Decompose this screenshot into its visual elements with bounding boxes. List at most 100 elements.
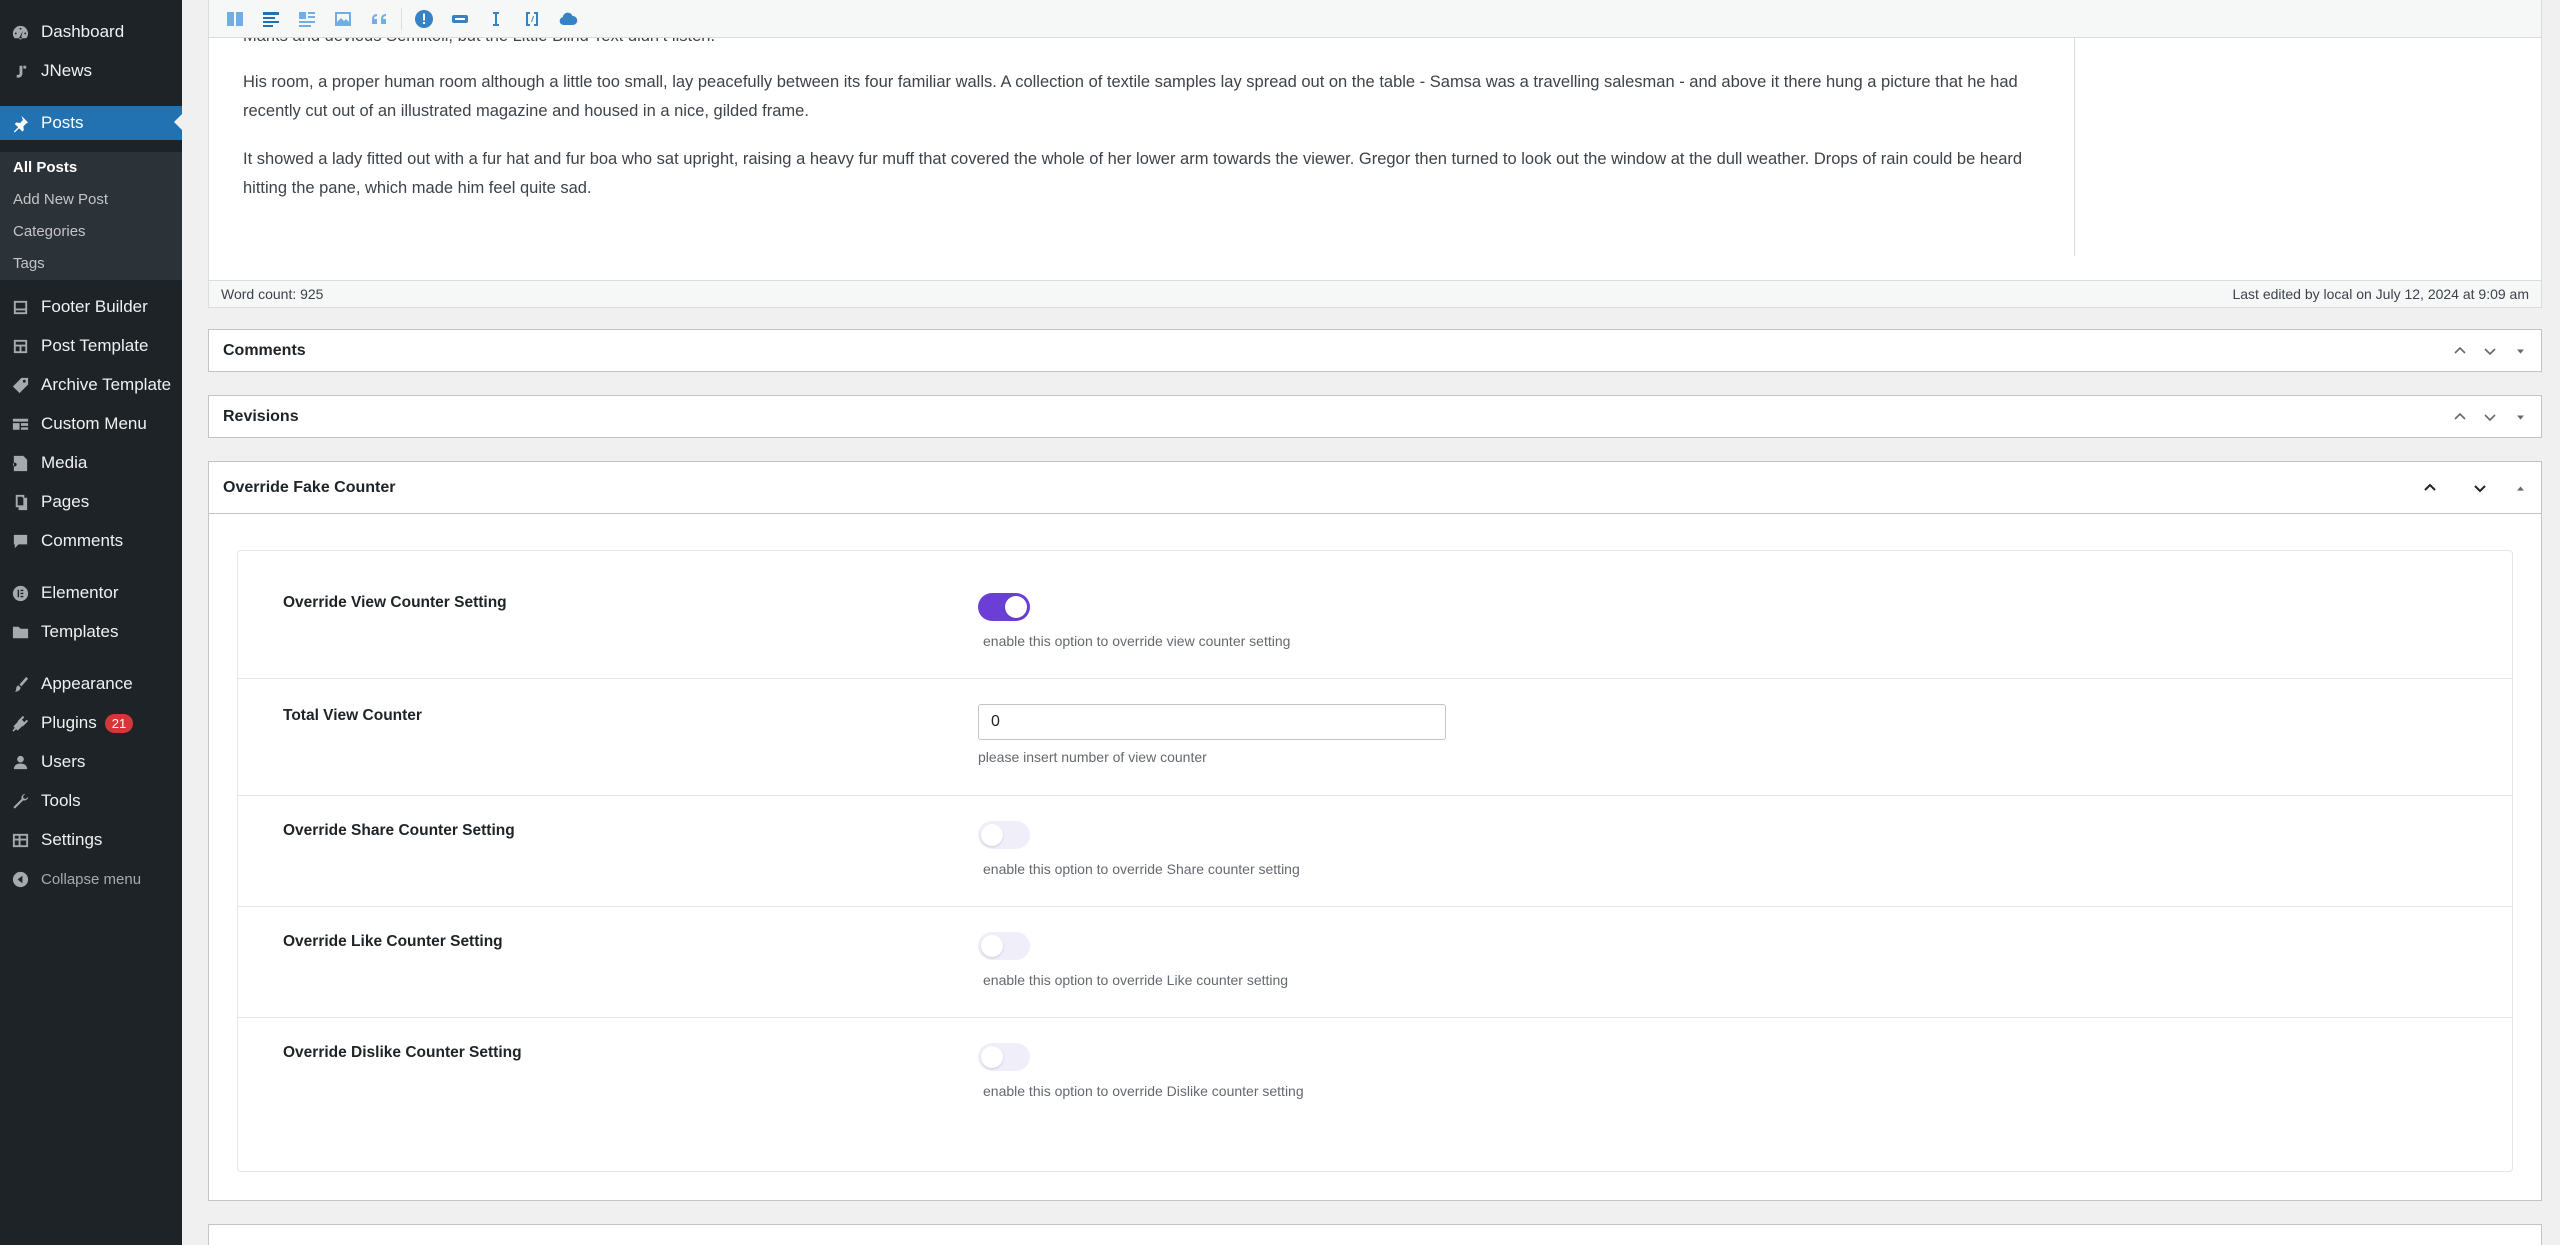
settings-row: Override Share Counter Setting enable th…	[238, 796, 2512, 907]
setting-label: Override Dislike Counter Setting	[283, 1044, 522, 1061]
menu-plugins[interactable]: Plugins 21	[0, 707, 182, 739]
override-dislike-counter-toggle[interactable]	[978, 1043, 1030, 1071]
columns-icon[interactable]	[221, 5, 249, 33]
toggle-knob	[981, 935, 1003, 957]
plugins-update-badge: 21	[104, 713, 134, 733]
menu-footer-builder[interactable]: Footer Builder	[0, 291, 182, 323]
submenu-categories[interactable]: Categories	[13, 223, 86, 240]
override-view-counter-toggle[interactable]	[978, 593, 1030, 621]
metabox-title: Revisions	[223, 408, 299, 425]
menu-post-template[interactable]: Post Template	[0, 330, 182, 362]
menu-archive-template[interactable]: Archive Template	[0, 369, 182, 401]
move-up-icon[interactable]	[2445, 409, 2475, 425]
plug-icon	[10, 713, 30, 733]
menu-label: Posts	[41, 113, 84, 132]
menu-label: Post Template	[41, 336, 149, 355]
menu-label: Collapse menu	[41, 870, 142, 888]
override-fake-counter-metabox: Override Fake Counter Override View Coun…	[208, 461, 2542, 1201]
override-like-counter-toggle[interactable]	[978, 932, 1030, 960]
menu-appearance[interactable]: Appearance	[0, 668, 182, 700]
menu-label: Dashboard	[41, 22, 125, 41]
total-view-counter-input[interactable]	[978, 704, 1446, 740]
setting-description: enable this option to override Dislike c…	[983, 1083, 1304, 1099]
block-icon[interactable]	[257, 5, 285, 33]
editor-toolbar	[209, 0, 2541, 38]
move-down-icon[interactable]	[2455, 480, 2505, 496]
pushpin-icon	[10, 113, 30, 133]
menu-label: Users	[41, 752, 86, 771]
metabox-header[interactable]: Comments	[209, 330, 2541, 372]
menu-comments[interactable]: Comments	[0, 525, 182, 557]
menu-tools[interactable]: Tools	[0, 785, 182, 817]
menu-jnews[interactable]: JNews	[0, 55, 182, 87]
revisions-metabox: Revisions	[208, 395, 2542, 438]
menu-dashboard[interactable]: Dashboard	[0, 16, 182, 48]
toggle-panel-icon[interactable]	[2505, 346, 2535, 357]
menu-media[interactable]: Media	[0, 447, 182, 479]
menu-label: JNews	[41, 61, 93, 80]
menu-label: Plugins	[41, 713, 97, 732]
override-share-counter-toggle[interactable]	[978, 821, 1030, 849]
menu-posts[interactable]: Posts	[0, 106, 182, 140]
move-up-icon[interactable]	[2445, 343, 2475, 359]
move-down-icon[interactable]	[2475, 409, 2505, 425]
media-icon	[10, 453, 30, 473]
collapse-menu-button[interactable]: Collapse menu	[0, 863, 182, 895]
move-down-icon[interactable]	[2475, 343, 2505, 359]
submenu-all-posts[interactable]: All Posts	[13, 159, 77, 176]
setting-label: Total View Counter	[283, 707, 422, 724]
shortcode-icon[interactable]	[518, 5, 546, 33]
image-block-icon[interactable]	[329, 5, 357, 33]
menu-label: Tools	[41, 791, 81, 810]
folder-icon	[10, 622, 30, 642]
settings-row: Override View Counter Setting enable thi…	[238, 551, 2512, 679]
menu-templates[interactable]: Templates	[0, 616, 182, 648]
quote-icon[interactable]	[365, 5, 393, 33]
button-block-icon[interactable]	[446, 5, 474, 33]
cloud-icon[interactable]	[554, 5, 582, 33]
toggle-panel-icon[interactable]	[2505, 483, 2535, 494]
toggle-knob	[1005, 596, 1027, 618]
submenu-add-new-post[interactable]: Add New Post	[13, 191, 108, 208]
fake-counter-settings: Override View Counter Setting enable thi…	[237, 550, 2513, 1172]
menu-settings[interactable]: Settings	[0, 824, 182, 856]
elementor-icon	[10, 583, 30, 603]
custom-menu-icon	[10, 414, 30, 434]
menu-label: Archive Template	[41, 375, 172, 394]
text-cursor-icon[interactable]	[482, 5, 510, 33]
toggle-panel-icon[interactable]	[2505, 412, 2535, 423]
move-up-icon[interactable]	[2405, 480, 2455, 496]
footer-icon	[10, 297, 30, 317]
toolbar-divider	[401, 7, 402, 30]
settings-row: Override Dislike Counter Setting enable …	[238, 1018, 2512, 1171]
post-content-area[interactable]: Marks and devious Semikoli, but the Litt…	[209, 38, 2075, 256]
menu-label: Pages	[41, 492, 90, 511]
menu-label: Templates	[41, 622, 119, 641]
jnews-icon	[10, 61, 30, 81]
submenu-tags[interactable]: Tags	[13, 255, 45, 272]
post-editor: Marks and devious Semikoli, but the Litt…	[208, 0, 2542, 308]
setting-description: enable this option to override Like coun…	[983, 972, 1289, 988]
paintbrush-icon	[10, 674, 30, 694]
menu-elementor[interactable]: Elementor	[0, 577, 182, 609]
menu-pages[interactable]: Pages	[0, 486, 182, 518]
metabox-header[interactable]: Override Fake Counter	[209, 462, 2541, 514]
toggle-knob	[981, 1046, 1003, 1068]
archive-template-icon	[10, 375, 30, 395]
settings-row: Total View Counter please insert number …	[238, 679, 2512, 796]
menu-users[interactable]: Users	[0, 746, 182, 778]
dashboard-icon	[10, 22, 30, 42]
next-metabox	[208, 1224, 2542, 1245]
setting-description: enable this option to override Share cou…	[983, 861, 1300, 877]
menu-custom-menu[interactable]: Custom Menu	[0, 408, 182, 440]
metabox-header[interactable]: Revisions	[209, 396, 2541, 438]
settings-row: Override Like Counter Setting enable thi…	[238, 907, 2512, 1018]
menu-label: Elementor	[41, 583, 119, 602]
alert-icon[interactable]	[410, 5, 438, 33]
post-template-icon	[10, 336, 30, 356]
last-edited: Last edited by local on July 12, 2024 at…	[2232, 286, 2529, 302]
dropcap-icon[interactable]	[293, 5, 321, 33]
posts-submenu: All Posts Add New Post Categories Tags	[0, 152, 182, 280]
paragraph: It showed a lady fitted out with a fur h…	[243, 150, 2023, 197]
comments-icon	[10, 531, 30, 551]
